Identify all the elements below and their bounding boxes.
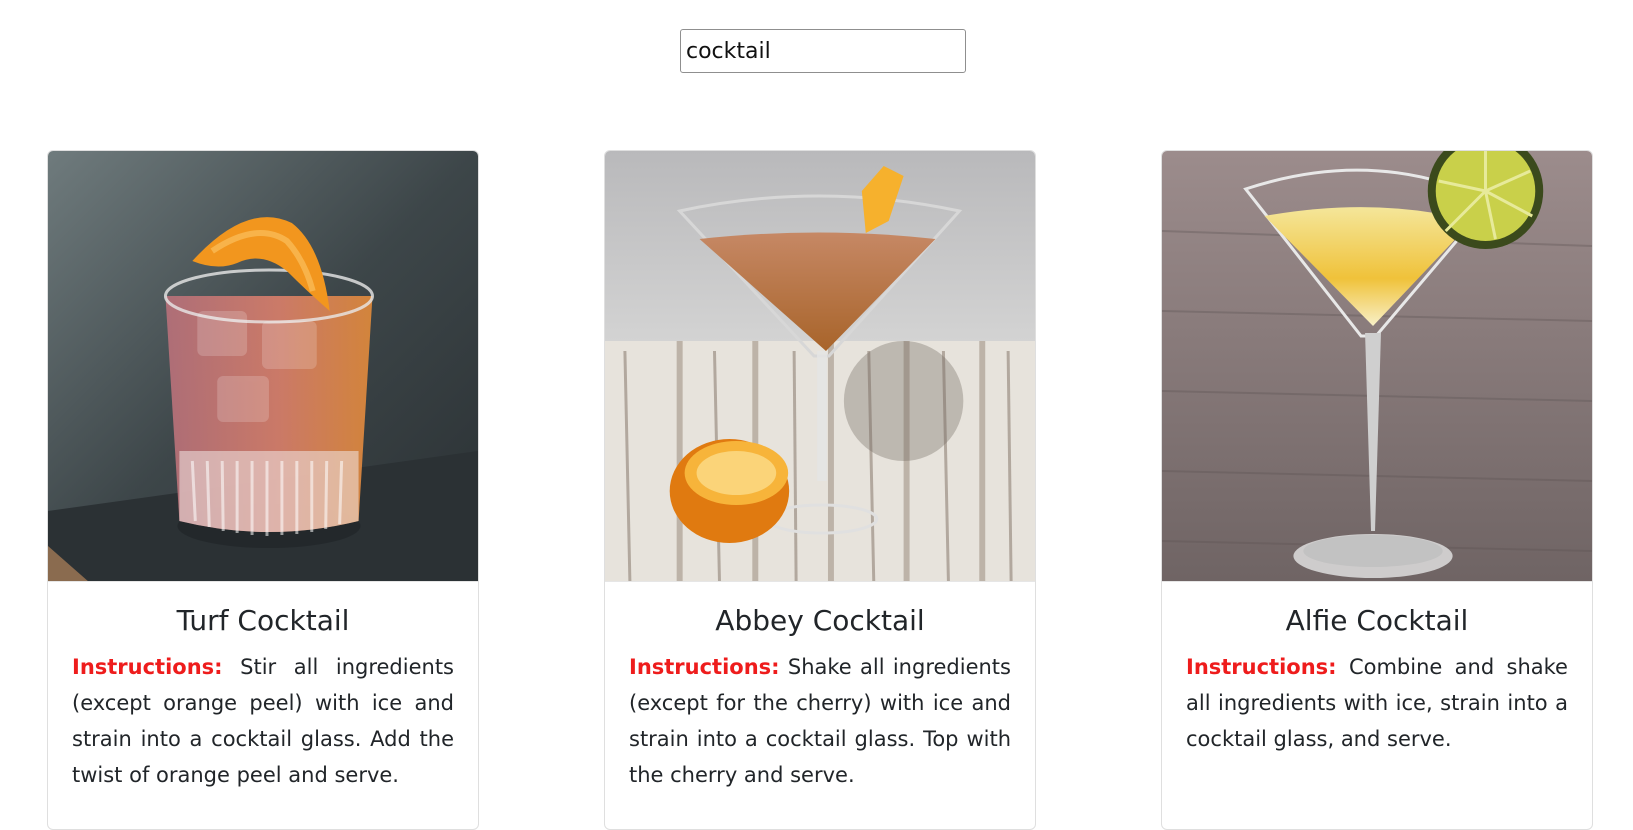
cocktail-title: Alfie Cocktail [1285,604,1469,637]
card-body: Alfie Cocktail Instructions: Combine and… [1162,582,1592,757]
cocktail-card[interactable]: Alfie Cocktail Instructions: Combine and… [1161,150,1593,830]
cocktail-card[interactable]: Abbey Cocktail Instructions: Shake all i… [604,150,1036,830]
cocktail-image [605,151,1035,582]
instructions-label: Instructions: [72,655,223,679]
cocktail-title: Abbey Cocktail [715,604,925,637]
card-body: Turf Cocktail Instructions: Stir all ing… [48,582,478,793]
cocktail-title: Turf Cocktail [176,604,350,637]
cocktail-card[interactable]: Turf Cocktail Instructions: Stir all ing… [47,150,479,830]
search-container [680,29,966,73]
card-body: Abbey Cocktail Instructions: Shake all i… [605,582,1035,793]
cocktail-instructions: Instructions: Stir all ingredients (exce… [72,649,454,793]
cocktail-image [1162,151,1592,582]
cocktail-instructions: Instructions: Combine and shake all ingr… [1186,649,1568,757]
cocktail-instructions: Instructions: Shake all ingredients (exc… [629,649,1011,793]
instructions-label: Instructions: [1186,655,1337,679]
cocktail-card-grid: Turf Cocktail Instructions: Stir all ing… [0,150,1633,830]
search-input[interactable] [680,29,966,73]
cocktail-image [48,151,478,582]
instructions-label: Instructions: [629,655,780,679]
